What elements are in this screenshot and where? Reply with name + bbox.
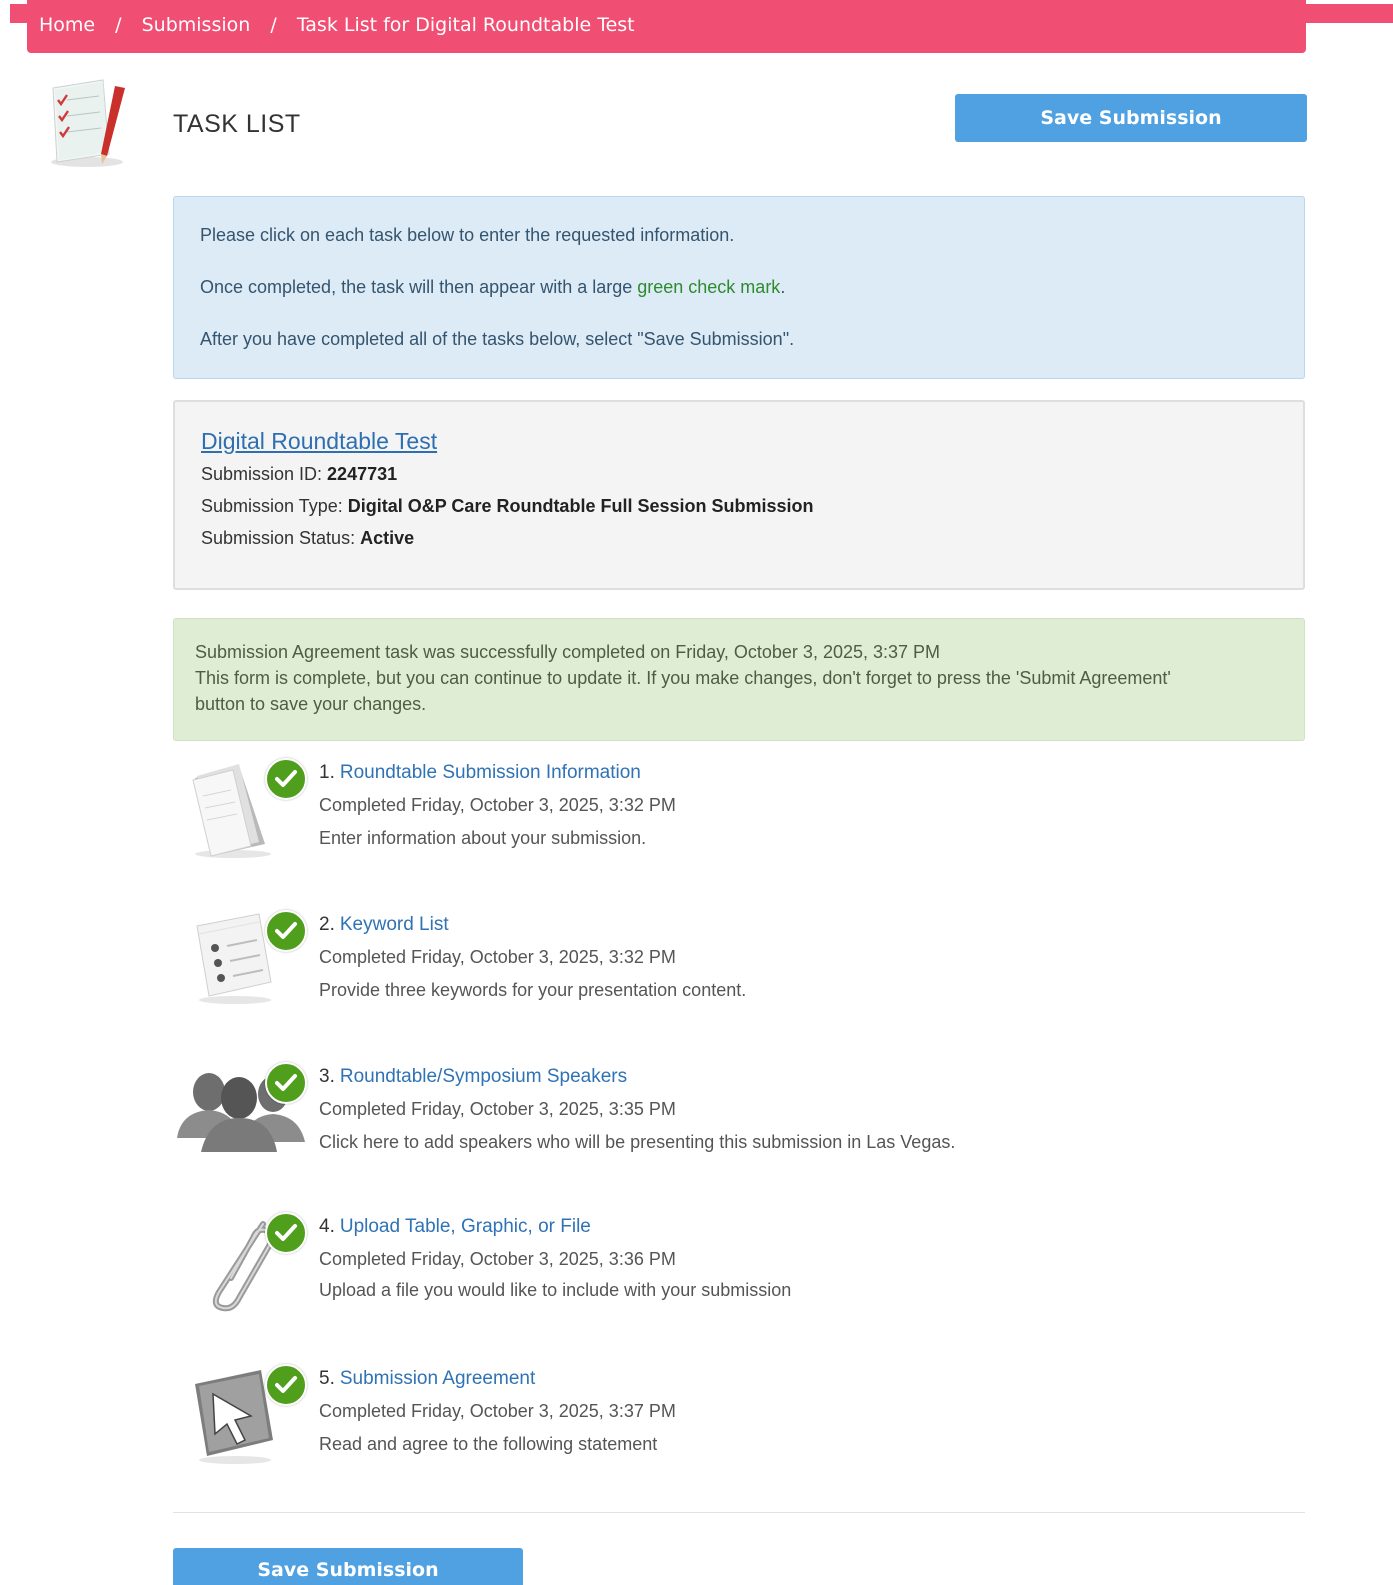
green-text: green check mark — [637, 277, 781, 297]
divider — [173, 1512, 1305, 1513]
task-completed: Completed Friday, October 3, 2025, 3:37 … — [319, 1401, 676, 1421]
label: Submission ID: — [201, 464, 328, 484]
breadcrumb-bar: Home / Submission / Task List for Digita… — [27, 0, 1306, 53]
task-description: Click here to add speakers who will be p… — [319, 1132, 956, 1152]
submission-id: Submission ID: 2247731 — [201, 464, 1277, 485]
task-number: 4. — [319, 1216, 335, 1237]
value: Active — [360, 528, 415, 548]
task-item[interactable]: 1. Roundtable Submission Information Comp… — [173, 758, 1305, 868]
instruction-line: Once completed, the task will then appea… — [200, 276, 1278, 299]
green-check-icon — [265, 910, 307, 952]
breadcrumb-separator: / — [115, 14, 122, 36]
value: Digital O&P Care Roundtable Full Session… — [347, 496, 814, 516]
page: Home / Submission / Task List for Digita… — [0, 0, 1393, 1585]
instruction-text: Once completed, the task will then appea… — [200, 277, 638, 297]
task-completed: Completed Friday, October 3, 2025, 3:32 … — [319, 947, 676, 967]
task-link[interactable]: Roundtable/Symposium Speakers — [340, 1066, 627, 1087]
task-completed: Completed Friday, October 3, 2025, 3:36 … — [319, 1249, 676, 1269]
task-title: 3. Roundtable/Symposium Speakers — [319, 1066, 627, 1088]
task-description: Upload a file you would like to include … — [319, 1280, 792, 1300]
submission-title-link[interactable]: Digital Roundtable Test — [201, 428, 437, 455]
task-link[interactable]: Submission Agreement — [340, 1368, 535, 1389]
task-description: Provide three keywords for your presenta… — [319, 980, 747, 1000]
breadcrumb-separator: / — [270, 14, 277, 36]
submission-type: Submission Type: Digital O&P Care Roundt… — [201, 496, 1277, 517]
task-item[interactable]: 4. Upload Table, Graphic, or File Complet… — [173, 1212, 1305, 1322]
save-submission-button[interactable]: Save Submission — [955, 94, 1307, 142]
submission-details: Digital Roundtable Test Submission ID: 2… — [173, 400, 1305, 590]
green-check-icon — [265, 1364, 307, 1406]
task-number: 5. — [319, 1368, 335, 1389]
instruction-line: After you have completed all of the task… — [200, 329, 795, 349]
task-description: Read and agree to the following statemen… — [319, 1434, 658, 1454]
value: 2247731 — [327, 464, 398, 484]
task-title: 5. Submission Agreement — [319, 1368, 535, 1390]
breadcrumb-home[interactable]: Home — [39, 14, 95, 36]
success-line: Submission Agreement task was successful… — [195, 642, 941, 662]
label: Submission Status: — [201, 528, 361, 548]
breadcrumb-submission[interactable]: Submission — [142, 14, 251, 36]
checklist-icon — [45, 74, 131, 170]
task-item[interactable]: 3. Roundtable/Symposium Speakers Complete… — [173, 1062, 1305, 1172]
task-item[interactable]: 5. Submission Agreement Completed Friday,… — [173, 1364, 1305, 1474]
green-check-icon — [265, 758, 307, 800]
instructions-box: Please click on each task below to enter… — [173, 196, 1305, 379]
task-title: 1. Roundtable Submission Information — [319, 762, 641, 784]
task-link[interactable]: Keyword List — [340, 914, 449, 935]
instruction-line: Please click on each task below to enter… — [200, 225, 735, 245]
task-title: 4. Upload Table, Graphic, or File — [319, 1216, 591, 1238]
breadcrumb-current: Task List for Digital Roundtable Test — [296, 14, 635, 36]
breadcrumb: Home / Submission / Task List for Digita… — [39, 14, 635, 36]
submission-status: Submission Status: Active — [201, 528, 1277, 549]
page-title: TASK LIST — [173, 110, 301, 138]
label: Submission Type: — [201, 496, 348, 516]
task-completed: Completed Friday, October 3, 2025, 3:32 … — [319, 795, 676, 815]
task-link[interactable]: Upload Table, Graphic, or File — [340, 1216, 591, 1237]
success-line: This form is complete, but you can conti… — [195, 668, 1171, 688]
task-number: 1. — [319, 762, 335, 783]
green-check-icon — [265, 1212, 307, 1254]
task-completed: Completed Friday, October 3, 2025, 3:35 … — [319, 1099, 676, 1119]
task-link[interactable]: Roundtable Submission Information — [340, 762, 641, 783]
task-number: 2. — [319, 914, 335, 935]
success-line: button to save your changes. — [195, 694, 427, 714]
instruction-text: . — [780, 277, 786, 297]
green-check-icon — [265, 1062, 307, 1104]
task-title: 2. Keyword List — [319, 914, 449, 936]
task-item[interactable]: 2. Keyword List Completed Friday, October… — [173, 910, 1305, 1020]
success-alert: Submission Agreement task was successful… — [173, 618, 1305, 741]
save-submission-button-bottom[interactable]: Save Submission — [173, 1548, 523, 1585]
task-number: 3. — [319, 1066, 335, 1087]
task-description: Enter information about your submission. — [319, 828, 647, 848]
